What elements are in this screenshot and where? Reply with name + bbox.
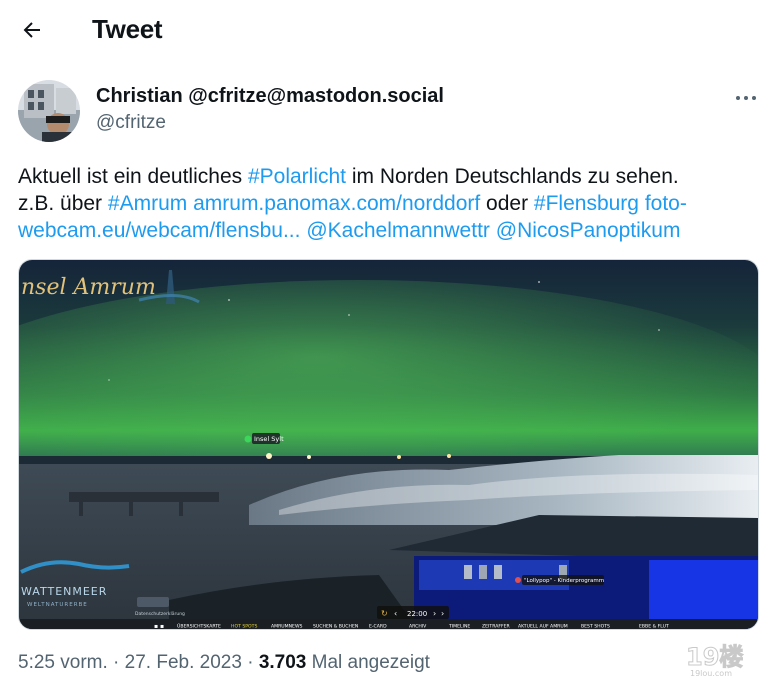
page-title: Tweet bbox=[92, 14, 163, 44]
webcam-nav-bar: ÜBERSICHTSKARTE HOT SPOTS AMRUMNEWS SUCHEN … bbox=[177, 623, 669, 630]
hashtag-flensburg[interactable]: #Flensburg bbox=[534, 192, 639, 215]
arrow-left-icon bbox=[23, 22, 40, 38]
overlay-title: nsel Amrum bbox=[21, 275, 156, 300]
text-span: oder bbox=[480, 192, 534, 215]
webcam-nav-item[interactable]: BEST SHOTS bbox=[581, 624, 610, 630]
webcam-nav-item[interactable]: ZEITRAFFER bbox=[482, 624, 511, 630]
top-bar: Tweet bbox=[0, 0, 780, 60]
more-options-button[interactable] bbox=[734, 86, 758, 110]
webcam-nav-item[interactable]: SUCHEN & BUCHEN bbox=[313, 624, 358, 630]
svg-text:›: › bbox=[441, 609, 444, 618]
tweet-meta: 5:25 vorm. · 27. Feb. 2023 · 3.703 Mal a… bbox=[18, 652, 430, 674]
logo-sub: WELTNATURERBE bbox=[27, 602, 88, 608]
svg-text:↻: ↻ bbox=[381, 609, 388, 618]
text-span: im Norden Deutschlands zu sehen. bbox=[346, 165, 679, 188]
webcam-nav-item[interactable]: ÜBERSICHTSKARTE bbox=[177, 623, 221, 630]
tweet-time[interactable]: 5:25 vorm. bbox=[18, 652, 108, 673]
webcam-time: 22:00 bbox=[407, 610, 427, 618]
poi-label: Insel Sylt bbox=[254, 435, 284, 443]
tweet-text: Aktuell ist ein deutliches #Polarlicht i… bbox=[18, 163, 768, 244]
ellipsis-icon bbox=[736, 96, 756, 100]
author-display-name[interactable]: Christian @cfritze@mastodon.social bbox=[96, 85, 444, 108]
view-count: 3.703 bbox=[258, 652, 307, 673]
hashtag-polarlicht[interactable]: #Polarlicht bbox=[248, 165, 346, 188]
link-foto-webcam-end[interactable]: webcam.eu/webcam/flensbu... bbox=[18, 219, 300, 242]
text-span: Aktuell ist ein deutliches bbox=[18, 165, 248, 188]
tweet-media-image[interactable]: nsel Amrum Insel Sylt "Lollypop" - Kinde… bbox=[18, 259, 759, 630]
tweet-date[interactable]: 27. Feb. 2023 bbox=[125, 652, 242, 673]
watermark-sub: 19lou.com bbox=[690, 669, 732, 678]
text-span: z.B. über bbox=[18, 192, 108, 215]
poi2-label: "Lollypop" - Kinderprogramm bbox=[524, 578, 604, 584]
webcam-nav-item[interactable]: ARCHIV bbox=[409, 624, 427, 630]
tweet-line-2: z.B. über #Amrum amrum.panomax.com/nordd… bbox=[18, 190, 768, 217]
webcam-nav-item[interactable]: AMRUMNEWS bbox=[271, 624, 303, 630]
hashtag-amrum[interactable]: #Amrum bbox=[108, 192, 187, 215]
logo-text: WATTENMEER bbox=[21, 585, 107, 598]
tweet-line-3: webcam.eu/webcam/flensbu... @Kachelmannw… bbox=[18, 217, 768, 244]
watermark-text: 19楼 bbox=[686, 643, 743, 671]
avatar[interactable] bbox=[18, 80, 80, 142]
view-count-label: Mal angezeigt bbox=[306, 652, 430, 673]
back-button[interactable] bbox=[20, 18, 44, 42]
webcam-nav-item[interactable]: TIMELINE bbox=[448, 624, 470, 630]
webcam-nav-item[interactable]: HOT SPOTS bbox=[231, 624, 257, 630]
privacy-label: Datenschutzerklärung bbox=[135, 611, 185, 617]
webcam-nav-item[interactable]: AKTUELL AUF AMRUM bbox=[518, 624, 568, 630]
tweet-line-1: Aktuell ist ein deutliches #Polarlicht i… bbox=[18, 163, 768, 190]
mention-nicospanoptikum[interactable]: @NicosPanoptikum bbox=[496, 219, 681, 242]
svg-text:‹: ‹ bbox=[394, 609, 397, 618]
webcam-nav-item[interactable]: E-CARD bbox=[369, 624, 387, 630]
separator: · bbox=[241, 652, 259, 673]
svg-text:›: › bbox=[433, 609, 436, 618]
webcam-nav-item[interactable]: EBBE & FLUT bbox=[639, 624, 669, 630]
link-amrum-panomax[interactable]: amrum.panomax.com/norddorf bbox=[193, 192, 480, 215]
mention-kachelmannwettr[interactable]: @Kachelmannwettr bbox=[306, 219, 490, 242]
site-watermark: 19楼 19lou.com bbox=[684, 641, 754, 679]
svg-text:▪ ▪: ▪ ▪ bbox=[154, 623, 164, 630]
author-handle[interactable]: @cfritze bbox=[96, 112, 166, 134]
separator: · bbox=[107, 652, 125, 673]
link-foto-webcam-start[interactable]: foto- bbox=[645, 192, 687, 215]
